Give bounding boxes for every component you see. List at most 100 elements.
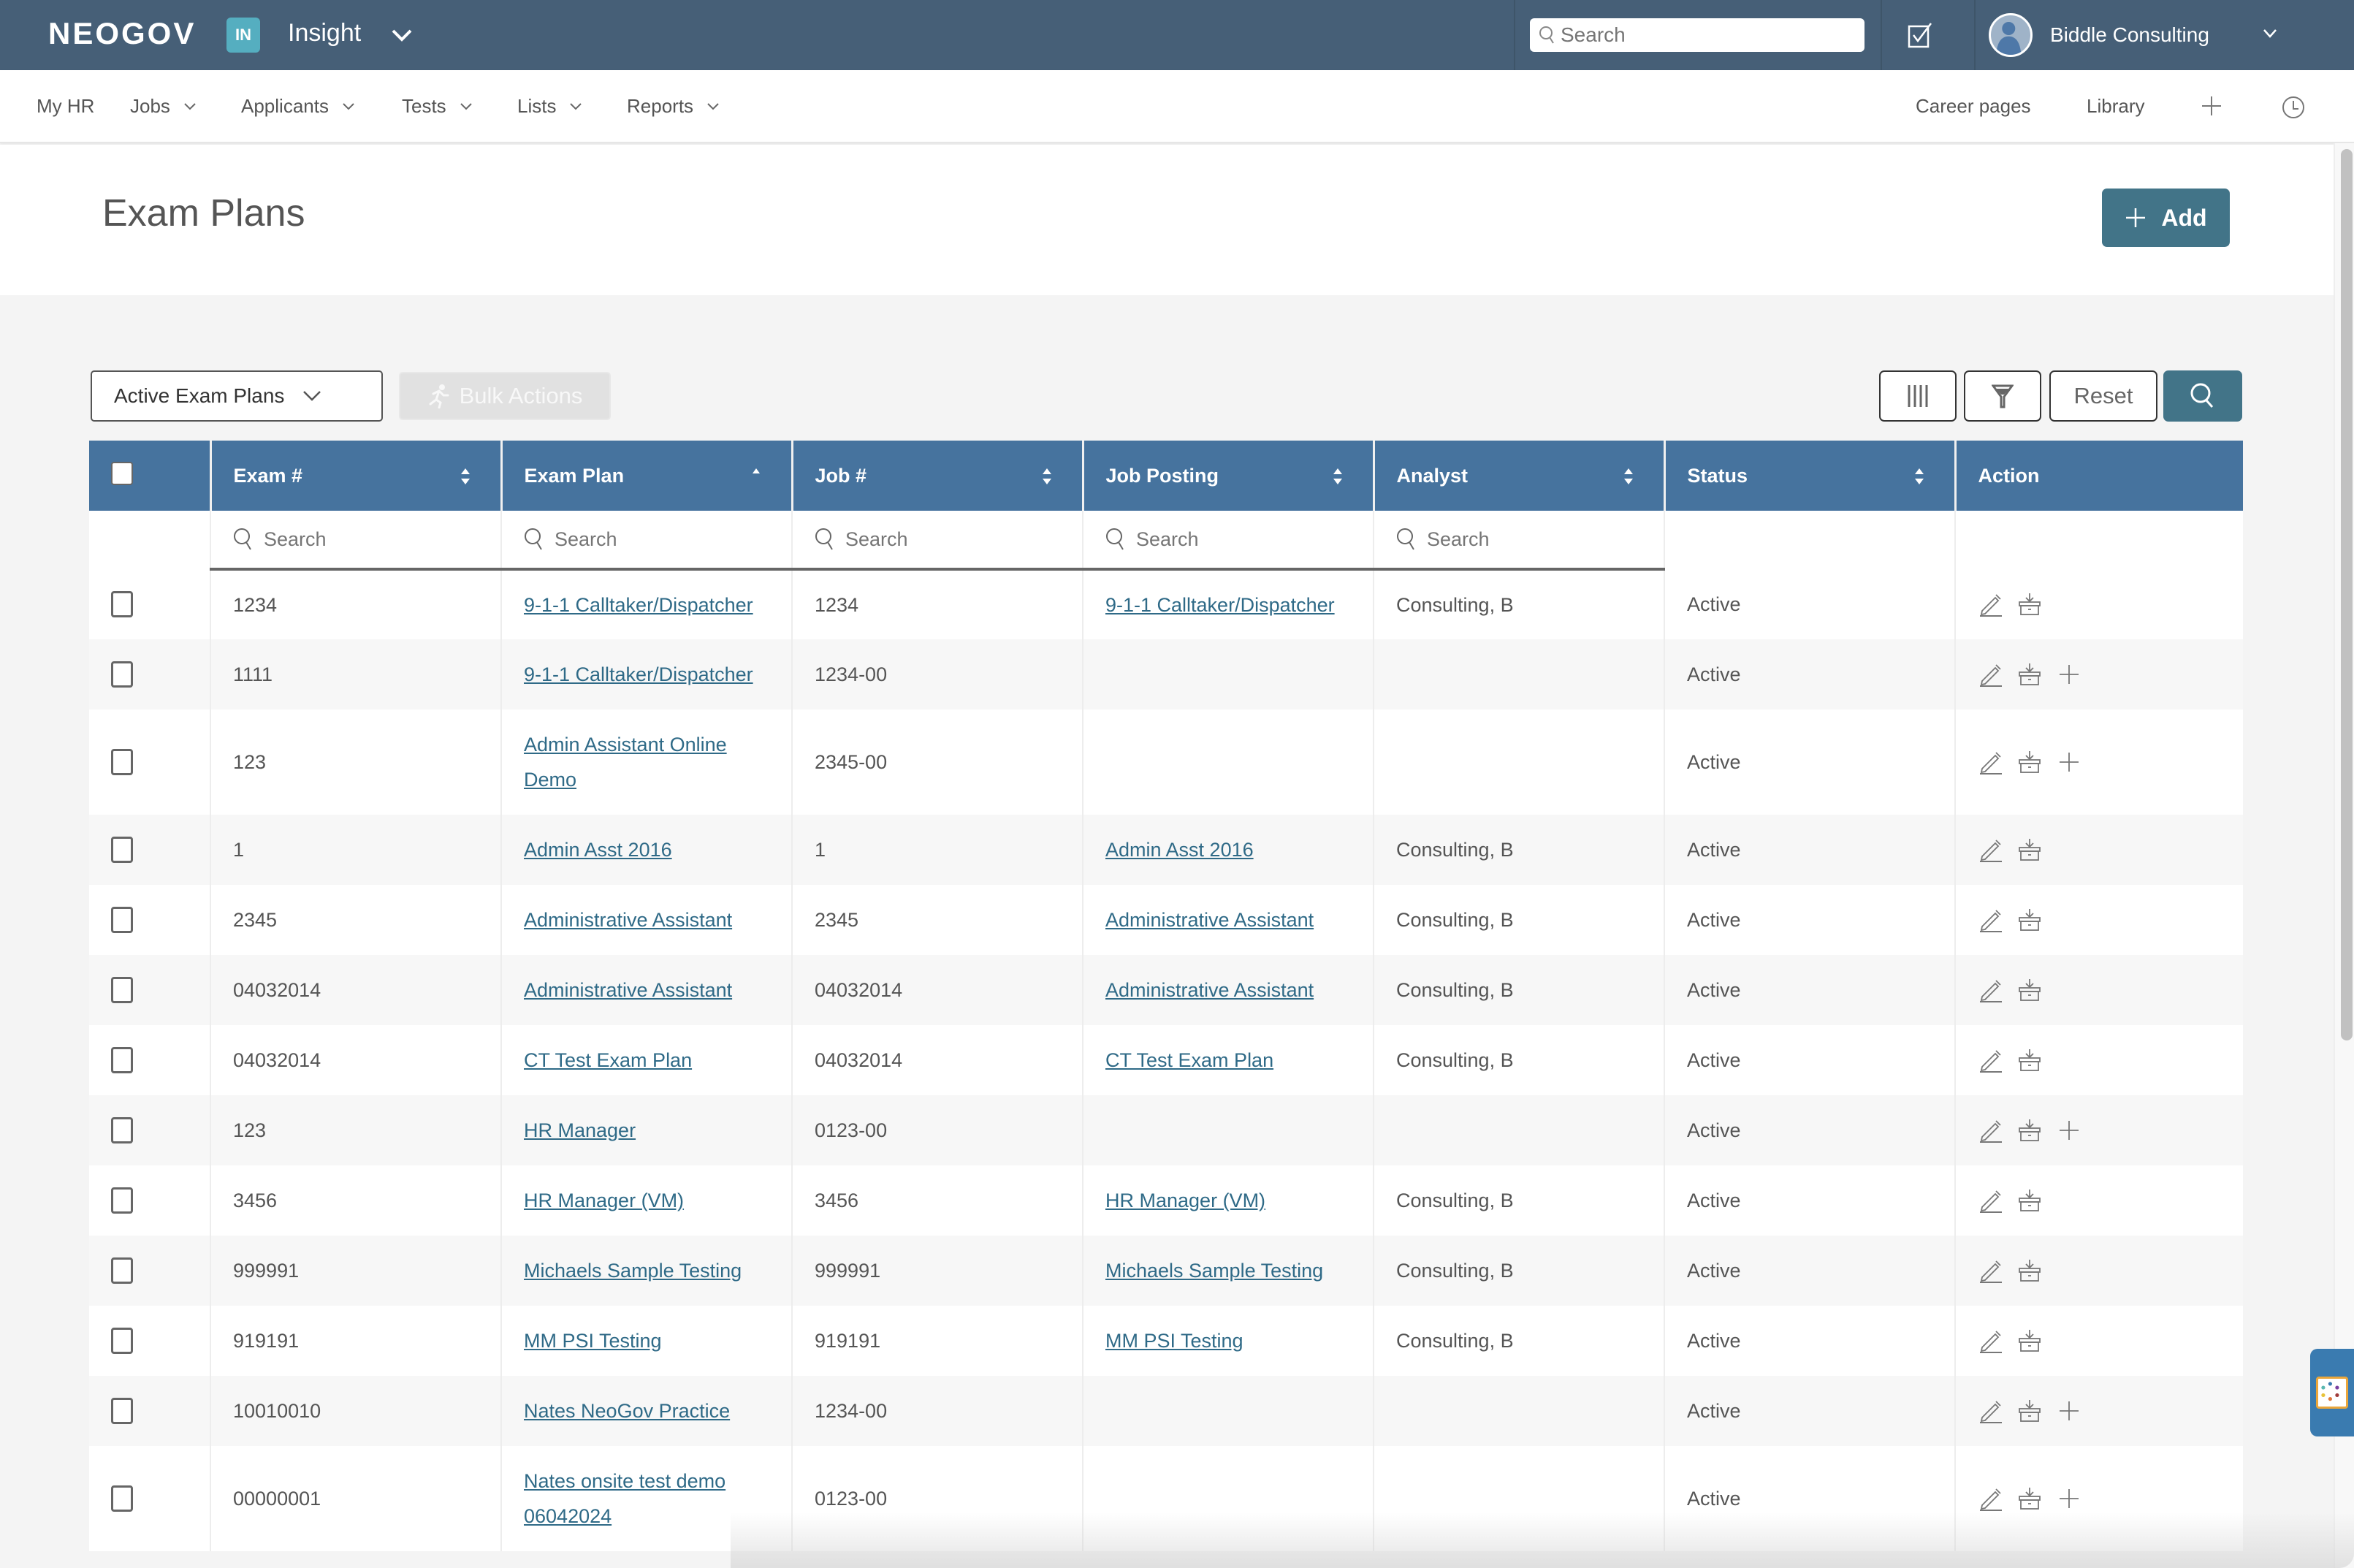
edit-pencil-icon[interactable]: [1978, 1328, 2003, 1353]
exam-plan-link[interactable]: 9-1-1 Calltaker/Dispatcher: [524, 663, 753, 685]
row-checkbox[interactable]: [111, 1485, 133, 1512]
scrollbar-thumb[interactable]: [2341, 149, 2353, 1040]
edit-pencil-icon[interactable]: [1978, 978, 2003, 1002]
archive-box-icon[interactable]: [2017, 1486, 2042, 1511]
row-checkbox[interactable]: [111, 837, 133, 863]
column-chooser-button[interactable]: [1879, 370, 1957, 422]
column-header-status[interactable]: Status: [1664, 441, 1957, 511]
nav-item-my-hr[interactable]: My HR: [37, 95, 94, 118]
archive-box-icon[interactable]: [2017, 1048, 2042, 1073]
row-checkbox[interactable]: [111, 977, 133, 1003]
row-checkbox[interactable]: [111, 1117, 133, 1143]
archive-box-icon[interactable]: [2017, 592, 2042, 617]
edit-pencil-icon[interactable]: [1978, 837, 2003, 862]
archive-box-icon[interactable]: [2017, 750, 2042, 775]
exam-plan-link[interactable]: Admin Assistant Online Demo: [524, 734, 727, 791]
archive-box-icon[interactable]: [2017, 1258, 2042, 1283]
sort-both-icon[interactable]: [1332, 467, 1344, 486]
job-posting-link[interactable]: Admin Asst 2016: [1105, 839, 1254, 861]
column-header-job-no[interactable]: Job #: [792, 441, 1084, 511]
column-header-exam-no[interactable]: Exam #: [210, 441, 503, 511]
archive-box-icon[interactable]: [2017, 1118, 2042, 1143]
row-checkbox[interactable]: [111, 1047, 133, 1073]
sort-both-icon[interactable]: [1623, 467, 1634, 486]
add-exam-plan-button[interactable]: Add: [2102, 189, 2230, 247]
exam-plan-link[interactable]: Nates NeoGov Practice: [524, 1400, 730, 1422]
add-plus-icon[interactable]: [2057, 750, 2081, 775]
global-search-box[interactable]: [1530, 18, 1864, 52]
filter-button[interactable]: [1964, 370, 2041, 422]
job-posting-link[interactable]: MM PSI Testing: [1105, 1330, 1243, 1352]
tasks-checkbox-icon[interactable]: [1907, 22, 1933, 48]
app-switcher-label[interactable]: Insight: [288, 19, 361, 47]
add-plus-icon[interactable]: [2057, 1118, 2081, 1143]
select-all-checkbox[interactable]: [111, 461, 133, 485]
nav-item-applicants[interactable]: Applicants: [241, 95, 355, 118]
exam-plan-link[interactable]: Admin Asst 2016: [524, 839, 672, 861]
exam-plan-link[interactable]: CT Test Exam Plan: [524, 1049, 692, 1071]
exam-plan-filter-select[interactable]: Active Exam Plans: [91, 370, 383, 422]
sort-ascending-icon[interactable]: [750, 467, 762, 486]
job-posting-link[interactable]: 9-1-1 Calltaker/Dispatcher: [1105, 594, 1335, 616]
exam-plan-link[interactable]: Michaels Sample Testing: [524, 1260, 742, 1282]
row-checkbox[interactable]: [111, 1257, 133, 1284]
global-search-input[interactable]: [1561, 23, 1853, 47]
clock-history-icon[interactable]: [2281, 95, 2306, 120]
nav-item-career-pages[interactable]: Career pages: [1916, 95, 2031, 118]
user-name[interactable]: Biddle Consulting: [2050, 23, 2209, 47]
exam-plan-link[interactable]: 9-1-1 Calltaker/Dispatcher: [524, 594, 753, 616]
exam-plan-link[interactable]: Administrative Assistant: [524, 979, 732, 1001]
exam-plan-link[interactable]: Administrative Assistant: [524, 909, 732, 931]
archive-box-icon[interactable]: [2017, 978, 2042, 1002]
sort-both-icon[interactable]: [1041, 467, 1053, 486]
chevron-down-icon[interactable]: [389, 25, 415, 45]
add-plus-icon[interactable]: [2057, 1486, 2081, 1511]
exam-plan-link[interactable]: HR Manager: [524, 1119, 636, 1141]
row-checkbox[interactable]: [111, 749, 133, 775]
nav-item-library[interactable]: Library: [2087, 95, 2144, 118]
edit-pencil-icon[interactable]: [1978, 1258, 2003, 1283]
row-checkbox[interactable]: [111, 1328, 133, 1354]
archive-box-icon[interactable]: [2017, 907, 2042, 932]
column-header-analyst[interactable]: Analyst: [1374, 441, 1666, 511]
plus-icon[interactable]: [2201, 95, 2222, 117]
job-no-search-input[interactable]: [845, 528, 1035, 551]
add-plus-icon[interactable]: [2057, 1398, 2081, 1423]
nav-item-tests[interactable]: Tests: [402, 95, 473, 118]
edit-pencil-icon[interactable]: [1978, 907, 2003, 932]
help-widget-button[interactable]: [2310, 1349, 2354, 1436]
exam-no-search-input[interactable]: [264, 528, 454, 551]
sort-both-icon[interactable]: [1913, 467, 1925, 486]
job-posting-search-input[interactable]: [1136, 528, 1326, 551]
nav-item-lists[interactable]: Lists: [517, 95, 582, 118]
nav-item-reports[interactable]: Reports: [627, 95, 720, 118]
sort-both-icon[interactable]: [460, 467, 471, 486]
avatar[interactable]: [1989, 13, 2033, 57]
job-posting-link[interactable]: Administrative Assistant: [1105, 979, 1314, 1001]
edit-pencil-icon[interactable]: [1978, 1486, 2003, 1511]
archive-box-icon[interactable]: [2017, 1328, 2042, 1353]
edit-pencil-icon[interactable]: [1978, 1398, 2003, 1423]
chevron-down-icon[interactable]: [2262, 28, 2278, 39]
exam-plan-link[interactable]: Nates onsite test demo 06042024: [524, 1470, 725, 1527]
column-header-exam-plan[interactable]: Exam Plan: [501, 441, 793, 511]
row-checkbox[interactable]: [111, 661, 133, 688]
job-posting-link[interactable]: Michaels Sample Testing: [1105, 1260, 1323, 1282]
archive-box-icon[interactable]: [2017, 662, 2042, 687]
edit-pencil-icon[interactable]: [1978, 662, 2003, 687]
exam-plan-search-input[interactable]: [555, 528, 744, 551]
edit-pencil-icon[interactable]: [1978, 750, 2003, 775]
row-checkbox[interactable]: [111, 1398, 133, 1424]
row-checkbox[interactable]: [111, 907, 133, 933]
row-checkbox[interactable]: [111, 1187, 133, 1214]
neogov-logo[interactable]: NEOGOV: [48, 16, 196, 51]
job-posting-link[interactable]: CT Test Exam Plan: [1105, 1049, 1273, 1071]
bulk-actions-button[interactable]: Bulk Actions: [399, 372, 611, 420]
edit-pencil-icon[interactable]: [1978, 1188, 2003, 1213]
exam-plan-link[interactable]: HR Manager (VM): [524, 1190, 684, 1211]
archive-box-icon[interactable]: [2017, 1398, 2042, 1423]
reset-button[interactable]: Reset: [2049, 370, 2157, 422]
archive-box-icon[interactable]: [2017, 837, 2042, 862]
search-button[interactable]: [2163, 370, 2242, 422]
exam-plan-link[interactable]: MM PSI Testing: [524, 1330, 662, 1352]
